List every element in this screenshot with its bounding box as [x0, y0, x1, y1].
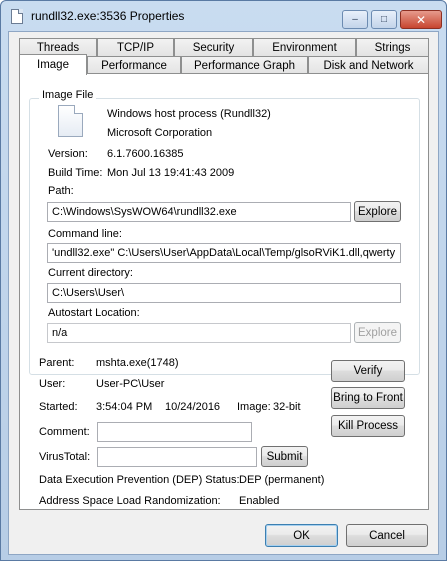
properties-window: rundll32.exe:3536 Properties – □ ✕ Threa…: [0, 0, 447, 561]
aslr-value: Enabled: [239, 495, 280, 507]
minimize-button[interactable]: –: [342, 10, 368, 29]
verify-label: Verify: [353, 365, 383, 377]
explore-autostart-button[interactable]: Explore: [354, 322, 401, 343]
company-name: Microsoft Corporation: [107, 127, 213, 139]
tab-tcpip[interactable]: TCP/IP: [97, 38, 174, 56]
tab-image[interactable]: Image: [19, 54, 87, 75]
build-time-label: Build Time:: [48, 167, 103, 179]
bring-to-front-label: Bring to Front: [333, 392, 403, 404]
comment-field[interactable]: [97, 422, 252, 442]
tab-performance[interactable]: Performance: [87, 56, 181, 74]
kill-process-button[interactable]: Kill Process: [331, 415, 405, 437]
ok-button[interactable]: OK: [265, 524, 338, 547]
dep-value: DEP (permanent): [239, 474, 325, 486]
image-bits-label: Image:: [237, 401, 271, 413]
started-time: 3:54:04 PM: [96, 401, 153, 413]
cancel-button[interactable]: Cancel: [346, 524, 428, 547]
started-date: 10/24/2016: [165, 401, 221, 413]
current-directory-label: Current directory:: [48, 267, 133, 279]
current-directory-field[interactable]: C:\Users\User\: [47, 283, 401, 303]
comment-label: Comment:: [39, 426, 90, 438]
image-file-legend: Image File: [39, 89, 97, 101]
path-label: Path:: [48, 185, 74, 197]
build-time-value: Mon Jul 13 19:41:43 2009: [107, 167, 235, 179]
file-description: Windows host process (Rundll32): [107, 108, 271, 120]
virustotal-label: VirusTotal:: [39, 451, 91, 463]
version-value: 6.1.7600.16385: [107, 148, 184, 160]
image-bits-value: 32-bit: [273, 401, 301, 413]
started-label: Started:: [39, 401, 78, 413]
tab-security[interactable]: Security: [174, 38, 253, 56]
close-button[interactable]: ✕: [400, 10, 442, 29]
tab-disk-and-network[interactable]: Disk and Network: [308, 56, 429, 74]
version-label: Version:: [48, 148, 88, 160]
user-value: User-PC\User: [96, 378, 165, 390]
title-bar[interactable]: rundll32.exe:3536 Properties – □ ✕: [1, 1, 446, 31]
bring-to-front-button[interactable]: Bring to Front: [331, 387, 405, 409]
command-line-label: Command line:: [48, 228, 122, 240]
window-title: rundll32.exe:3536 Properties: [31, 9, 185, 23]
autostart-field[interactable]: n/a: [47, 323, 351, 343]
parent-label: Parent:: [39, 357, 75, 369]
maximize-button[interactable]: □: [371, 10, 397, 29]
dialog-client: Threads TCP/IP Security Environment Stri…: [8, 31, 439, 555]
tab-strings[interactable]: Strings: [356, 38, 429, 56]
command-line-field[interactable]: 'undll32.exe" C:\Users\User\AppData\Loca…: [47, 243, 401, 263]
kill-process-label: Kill Process: [337, 420, 399, 432]
user-label: User:: [39, 378, 66, 390]
submit-button[interactable]: Submit: [261, 446, 308, 467]
autostart-label: Autostart Location:: [48, 307, 140, 319]
virustotal-field[interactable]: [97, 447, 257, 467]
verify-button[interactable]: Verify: [331, 360, 405, 382]
parent-value: mshta.exe(1748): [96, 357, 179, 369]
explore-path-button[interactable]: Explore: [354, 201, 401, 222]
file-icon: [58, 105, 83, 137]
tab-environment[interactable]: Environment: [253, 38, 356, 56]
path-field[interactable]: C:\Windows\SysWOW64\rundll32.exe: [47, 202, 351, 222]
aslr-label: Address Space Load Randomization:: [39, 495, 221, 507]
tab-performance-graph[interactable]: Performance Graph: [181, 56, 308, 74]
dep-label: Data Execution Prevention (DEP) Status:: [39, 474, 240, 486]
document-icon: [11, 9, 23, 24]
